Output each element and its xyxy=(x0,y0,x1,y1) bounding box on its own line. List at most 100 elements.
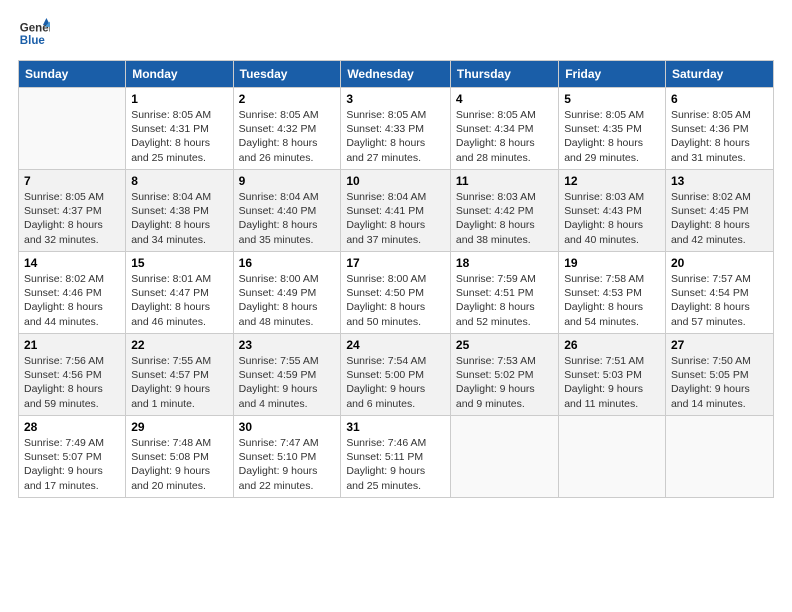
day-info: Sunrise: 7:49 AM Sunset: 5:07 PM Dayligh… xyxy=(24,436,120,493)
day-number: 4 xyxy=(456,92,553,106)
day-number: 28 xyxy=(24,420,120,434)
day-number: 25 xyxy=(456,338,553,352)
col-header-thursday: Thursday xyxy=(450,61,558,88)
day-cell-31: 31 Sunrise: 7:46 AM Sunset: 5:11 PM Dayli… xyxy=(341,416,451,498)
day-cell-14: 14 Sunrise: 8:02 AM Sunset: 4:46 PM Dayli… xyxy=(19,252,126,334)
week-row-4: 21 Sunrise: 7:56 AM Sunset: 4:56 PM Dayli… xyxy=(19,334,774,416)
week-row-1: 1Sunrise: 8:05 AM Sunset: 4:31 PM Daylig… xyxy=(19,88,774,170)
day-cell-12: 12 Sunrise: 8:03 AM Sunset: 4:43 PM Dayli… xyxy=(559,170,666,252)
header: General Blue xyxy=(18,18,774,50)
empty-cell xyxy=(559,416,666,498)
day-info: Sunrise: 8:02 AM Sunset: 4:45 PM Dayligh… xyxy=(671,190,768,247)
day-number: 30 xyxy=(239,420,336,434)
day-cell-13: 13 Sunrise: 8:02 AM Sunset: 4:45 PM Dayli… xyxy=(665,170,773,252)
day-cell-16: 16 Sunrise: 8:00 AM Sunset: 4:49 PM Dayli… xyxy=(233,252,341,334)
day-cell-27: 27 Sunrise: 7:50 AM Sunset: 5:05 PM Dayli… xyxy=(665,334,773,416)
day-number: 20 xyxy=(671,256,768,270)
day-cell-30: 30 Sunrise: 7:47 AM Sunset: 5:10 PM Dayli… xyxy=(233,416,341,498)
logo: General Blue xyxy=(18,18,50,50)
day-number: 26 xyxy=(564,338,660,352)
header-row: SundayMondayTuesdayWednesdayThursdayFrid… xyxy=(19,61,774,88)
day-cell-4: 4 Sunrise: 8:05 AM Sunset: 4:34 PM Daylig… xyxy=(450,88,558,170)
col-header-friday: Friday xyxy=(559,61,666,88)
col-header-monday: Monday xyxy=(126,61,233,88)
day-cell-11: 11 Sunrise: 8:03 AM Sunset: 4:42 PM Dayli… xyxy=(450,170,558,252)
day-number: 9 xyxy=(239,174,336,188)
day-number: 24 xyxy=(346,338,445,352)
day-info: Sunrise: 8:05 AM Sunset: 4:34 PM Dayligh… xyxy=(456,108,553,165)
day-cell-18: 18Sunrise: 7:59 AM Sunset: 4:51 PM Dayli… xyxy=(450,252,558,334)
day-number: 22 xyxy=(131,338,227,352)
day-number: 12 xyxy=(564,174,660,188)
day-info: Sunrise: 7:56 AM Sunset: 4:56 PM Dayligh… xyxy=(24,354,120,411)
day-cell-26: 26Sunrise: 7:51 AM Sunset: 5:03 PM Dayli… xyxy=(559,334,666,416)
day-cell-2: 2Sunrise: 8:05 AM Sunset: 4:32 PM Daylig… xyxy=(233,88,341,170)
day-info: Sunrise: 8:00 AM Sunset: 4:50 PM Dayligh… xyxy=(346,272,445,329)
day-number: 5 xyxy=(564,92,660,106)
empty-cell xyxy=(665,416,773,498)
day-cell-9: 9 Sunrise: 8:04 AM Sunset: 4:40 PM Daylig… xyxy=(233,170,341,252)
day-cell-25: 25 Sunrise: 7:53 AM Sunset: 5:02 PM Dayli… xyxy=(450,334,558,416)
day-number: 21 xyxy=(24,338,120,352)
day-cell-15: 15 Sunrise: 8:01 AM Sunset: 4:47 PM Dayli… xyxy=(126,252,233,334)
day-number: 18 xyxy=(456,256,553,270)
col-header-sunday: Sunday xyxy=(19,61,126,88)
day-cell-8: 8Sunrise: 8:04 AM Sunset: 4:38 PM Daylig… xyxy=(126,170,233,252)
day-number: 1 xyxy=(131,92,227,106)
page: General Blue SundayMondayTuesdayWednesda… xyxy=(0,0,792,612)
day-number: 19 xyxy=(564,256,660,270)
day-number: 11 xyxy=(456,174,553,188)
day-info: Sunrise: 8:04 AM Sunset: 4:38 PM Dayligh… xyxy=(131,190,227,247)
day-number: 27 xyxy=(671,338,768,352)
calendar-table: SundayMondayTuesdayWednesdayThursdayFrid… xyxy=(18,60,774,498)
day-info: Sunrise: 8:03 AM Sunset: 4:43 PM Dayligh… xyxy=(564,190,660,247)
day-info: Sunrise: 7:48 AM Sunset: 5:08 PM Dayligh… xyxy=(131,436,227,493)
day-info: Sunrise: 8:05 AM Sunset: 4:33 PM Dayligh… xyxy=(346,108,445,165)
day-cell-24: 24 Sunrise: 7:54 AM Sunset: 5:00 PM Dayli… xyxy=(341,334,451,416)
day-number: 17 xyxy=(346,256,445,270)
day-number: 15 xyxy=(131,256,227,270)
day-number: 23 xyxy=(239,338,336,352)
day-cell-17: 17 Sunrise: 8:00 AM Sunset: 4:50 PM Dayli… xyxy=(341,252,451,334)
day-number: 14 xyxy=(24,256,120,270)
day-info: Sunrise: 8:04 AM Sunset: 4:40 PM Dayligh… xyxy=(239,190,336,247)
day-info: Sunrise: 8:03 AM Sunset: 4:42 PM Dayligh… xyxy=(456,190,553,247)
col-header-wednesday: Wednesday xyxy=(341,61,451,88)
day-cell-3: 3 Sunrise: 8:05 AM Sunset: 4:33 PM Daylig… xyxy=(341,88,451,170)
day-cell-23: 23 Sunrise: 7:55 AM Sunset: 4:59 PM Dayli… xyxy=(233,334,341,416)
day-number: 16 xyxy=(239,256,336,270)
day-number: 2 xyxy=(239,92,336,106)
day-info: Sunrise: 8:00 AM Sunset: 4:49 PM Dayligh… xyxy=(239,272,336,329)
day-info: Sunrise: 8:05 AM Sunset: 4:35 PM Dayligh… xyxy=(564,108,660,165)
day-info: Sunrise: 7:53 AM Sunset: 5:02 PM Dayligh… xyxy=(456,354,553,411)
day-cell-7: 7Sunrise: 8:05 AM Sunset: 4:37 PM Daylig… xyxy=(19,170,126,252)
day-info: Sunrise: 7:47 AM Sunset: 5:10 PM Dayligh… xyxy=(239,436,336,493)
day-info: Sunrise: 7:54 AM Sunset: 5:00 PM Dayligh… xyxy=(346,354,445,411)
day-number: 7 xyxy=(24,174,120,188)
week-row-5: 28 Sunrise: 7:49 AM Sunset: 5:07 PM Dayli… xyxy=(19,416,774,498)
day-number: 3 xyxy=(346,92,445,106)
day-info: Sunrise: 7:46 AM Sunset: 5:11 PM Dayligh… xyxy=(346,436,445,493)
empty-cell xyxy=(19,88,126,170)
day-info: Sunrise: 8:04 AM Sunset: 4:41 PM Dayligh… xyxy=(346,190,445,247)
empty-cell xyxy=(450,416,558,498)
day-number: 31 xyxy=(346,420,445,434)
day-info: Sunrise: 7:55 AM Sunset: 4:57 PM Dayligh… xyxy=(131,354,227,411)
day-cell-20: 20 Sunrise: 7:57 AM Sunset: 4:54 PM Dayli… xyxy=(665,252,773,334)
logo-icon: General Blue xyxy=(18,18,50,50)
day-info: Sunrise: 7:50 AM Sunset: 5:05 PM Dayligh… xyxy=(671,354,768,411)
day-info: Sunrise: 8:02 AM Sunset: 4:46 PM Dayligh… xyxy=(24,272,120,329)
day-info: Sunrise: 8:01 AM Sunset: 4:47 PM Dayligh… xyxy=(131,272,227,329)
day-info: Sunrise: 7:55 AM Sunset: 4:59 PM Dayligh… xyxy=(239,354,336,411)
day-number: 13 xyxy=(671,174,768,188)
day-info: Sunrise: 8:05 AM Sunset: 4:36 PM Dayligh… xyxy=(671,108,768,165)
day-cell-6: 6 Sunrise: 8:05 AM Sunset: 4:36 PM Daylig… xyxy=(665,88,773,170)
day-number: 29 xyxy=(131,420,227,434)
day-cell-10: 10 Sunrise: 8:04 AM Sunset: 4:41 PM Dayli… xyxy=(341,170,451,252)
week-row-2: 7Sunrise: 8:05 AM Sunset: 4:37 PM Daylig… xyxy=(19,170,774,252)
day-info: Sunrise: 7:57 AM Sunset: 4:54 PM Dayligh… xyxy=(671,272,768,329)
day-number: 6 xyxy=(671,92,768,106)
col-header-tuesday: Tuesday xyxy=(233,61,341,88)
col-header-saturday: Saturday xyxy=(665,61,773,88)
day-number: 10 xyxy=(346,174,445,188)
